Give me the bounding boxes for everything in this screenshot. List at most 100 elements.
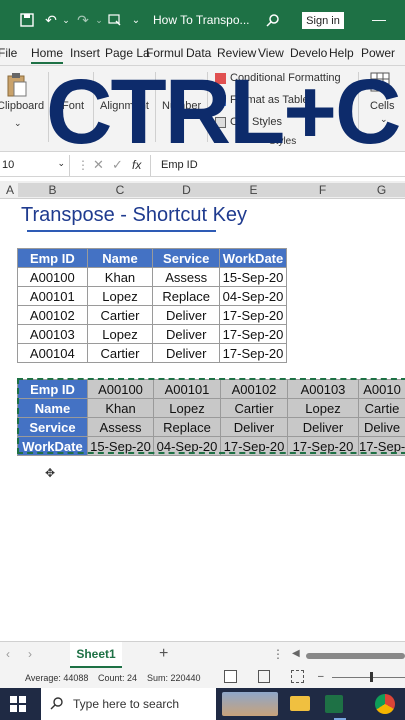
table-cell[interactable]: 17-Sep-20 [219, 305, 287, 325]
formula-options-icon[interactable]: ⋮ [77, 158, 89, 172]
name-box-dropdown-icon[interactable]: ⌄ [57, 158, 65, 169]
table-cell[interactable]: 17-Sep-20 [219, 343, 287, 363]
zoom-slider-thumb[interactable] [370, 672, 373, 682]
column-headers: A B C D E F G [0, 181, 405, 199]
tab-file[interactable]: File [0, 46, 17, 60]
insert-function-icon[interactable]: fx [132, 158, 141, 172]
minimize-button[interactable]: — [372, 11, 386, 27]
table-cell[interactable]: Cartier [86, 343, 154, 363]
page-layout-view-icon[interactable] [258, 670, 270, 683]
customize-toolbar-icon[interactable]: ⌄ [127, 11, 145, 29]
status-sum: Sum: 220440 [147, 673, 201, 683]
tab-data[interactable]: Data [186, 46, 211, 60]
source-table-header-row: Emp ID Name Service WorkDate [17, 248, 287, 268]
table-cell[interactable]: Khan [86, 267, 154, 287]
group-clipboard: Clipboard [0, 100, 45, 112]
search-icon[interactable] [264, 11, 282, 29]
header-cell[interactable]: Emp ID [17, 248, 88, 268]
confirm-entry-icon[interactable]: ✓ [112, 157, 123, 173]
sheet-tab-sheet1[interactable]: Sheet1 [70, 642, 122, 668]
status-average: Average: 44088 [25, 673, 89, 683]
add-sheet-button[interactable]: + [159, 645, 168, 663]
zoom-out-button[interactable]: – [318, 671, 324, 682]
table-row: A00100 Khan Assess 15-Sep-20 [17, 267, 287, 287]
table-cell[interactable]: Cartier [86, 305, 154, 325]
tab-insert[interactable]: Insert [70, 46, 100, 60]
formula-bar: 10 ⌄ ⋮ ✕ ✓ fx Emp ID [0, 155, 405, 177]
table-cell[interactable]: A00104 [17, 343, 88, 363]
taskbar-search-icon [50, 696, 64, 713]
paste-icon[interactable] [6, 72, 28, 101]
tab-page-layout[interactable]: Page La [105, 46, 150, 60]
table-cell[interactable]: A00101 [17, 286, 88, 306]
document-title: How To Transpo... [153, 13, 250, 27]
table-cell[interactable]: Deliver [152, 324, 221, 344]
horizontal-scrollbar[interactable] [306, 653, 405, 659]
name-box[interactable]: 10 ⌄ [0, 155, 70, 176]
taskbar-search[interactable]: Type here to search [41, 688, 216, 720]
tab-review[interactable]: Review [217, 46, 256, 60]
tab-developer[interactable]: Develo [290, 46, 327, 60]
title-underline [27, 230, 216, 232]
table-cell[interactable]: A00102 [17, 305, 88, 325]
name-box-value: 10 [2, 159, 15, 171]
table-row: A00101 Lopez Replace 04-Sep-20 [17, 286, 287, 306]
save-icon[interactable] [18, 11, 36, 29]
column-header-a[interactable]: A [2, 183, 18, 197]
scroll-left-icon[interactable]: ◀ [292, 648, 300, 659]
table-cell[interactable]: Deliver [152, 343, 221, 363]
next-sheet-icon[interactable]: › [28, 647, 32, 661]
column-header-g[interactable]: G [358, 183, 405, 197]
header-cell[interactable]: Service [152, 248, 221, 268]
column-header-e[interactable]: E [220, 183, 287, 197]
undo-dropdown-icon[interactable]: ⌄ [57, 11, 75, 29]
windows-taskbar: Type here to search [0, 688, 405, 720]
table-cell[interactable]: A00100 [17, 267, 88, 287]
table-row: A00102 Cartier Deliver 17-Sep-20 [17, 305, 287, 325]
column-header-c[interactable]: C [87, 183, 153, 197]
tab-power[interactable]: Power [361, 46, 395, 60]
tab-help[interactable]: Help [329, 46, 354, 60]
table-cell[interactable]: A00103 [17, 324, 88, 344]
excel-logo-icon [0, 11, 8, 29]
source-table: Emp ID Name Service WorkDate A00100 Khan A… [17, 248, 287, 363]
normal-view-icon[interactable] [224, 670, 237, 683]
clipboard-expand-icon[interactable]: ⌄ [14, 118, 22, 129]
zoom-slider[interactable] [332, 677, 405, 678]
column-header-f[interactable]: F [287, 183, 358, 197]
table-cell[interactable]: Lopez [86, 324, 154, 344]
table-cell[interactable]: 17-Sep-20 [219, 324, 287, 344]
column-header-b[interactable]: B [18, 183, 87, 197]
windows-start-icon[interactable] [10, 696, 26, 717]
cancel-entry-icon[interactable]: ✕ [93, 157, 104, 173]
sheet-options-icon[interactable]: ⋮ [272, 647, 284, 661]
tab-formulas[interactable]: Formul [146, 46, 183, 60]
prev-sheet-icon[interactable]: ‹ [6, 647, 10, 661]
excel-taskbar-icon[interactable] [325, 695, 343, 713]
formula-input[interactable]: Emp ID [161, 159, 198, 171]
cell-cursor-icon: ✥ [45, 466, 56, 480]
page-break-view-icon[interactable] [291, 670, 304, 683]
table-cell[interactable]: 15-Sep-20 [219, 267, 287, 287]
taskbar-news-widget[interactable] [222, 692, 278, 716]
file-explorer-icon[interactable] [290, 696, 310, 711]
table-cell[interactable]: Replace [152, 286, 221, 306]
table-cell[interactable]: Lopez [86, 286, 154, 306]
taskbar-search-placeholder: Type here to search [73, 697, 180, 711]
sign-in-button[interactable]: Sign in [302, 12, 344, 29]
status-count: Count: 24 [98, 673, 138, 683]
copy-selection-marquee [17, 378, 405, 454]
tab-view[interactable]: View [258, 46, 284, 60]
table-cell[interactable]: Deliver [152, 305, 221, 325]
shortcut-overlay-text: CTRL+C [46, 61, 401, 163]
touch-mode-icon[interactable] [106, 11, 124, 29]
header-cell[interactable]: WorkDate [219, 248, 287, 268]
column-header-d[interactable]: D [153, 183, 220, 197]
sheet-tab-bar: ‹ › Sheet1 + ⋮ ◀ [0, 641, 405, 668]
chrome-icon[interactable] [375, 694, 395, 714]
sheet-title: Transpose - Shortcut Key [21, 204, 248, 226]
table-cell[interactable]: 04-Sep-20 [219, 286, 287, 306]
header-cell[interactable]: Name [86, 248, 154, 268]
title-bar: ↶ ⌄ ↷ ⌄ ⌄ How To Transpo... Sign in — [0, 0, 405, 40]
table-cell[interactable]: Assess [152, 267, 221, 287]
